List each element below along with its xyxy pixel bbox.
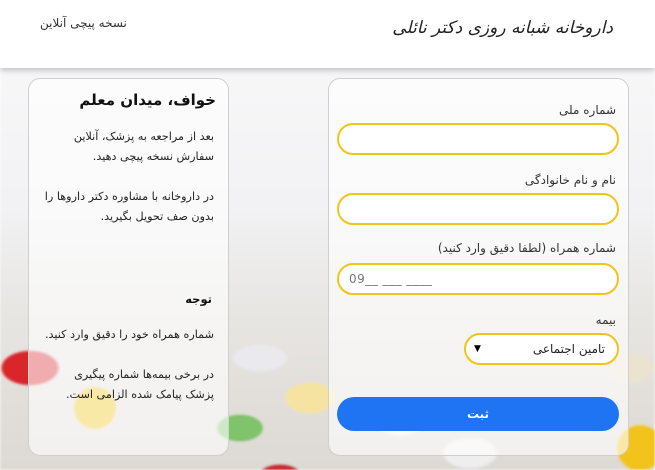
online-prescription-link[interactable]: نسخه پیچی آنلاین — [40, 16, 127, 30]
insurance-select[interactable]: تامین اجتماعی ▼ — [464, 333, 619, 365]
national-id-input[interactable] — [337, 123, 619, 155]
phone-input[interactable] — [337, 263, 619, 295]
phone-label: شماره همراه (لطفا دقیق وارد کنید) — [437, 241, 616, 255]
submit-button[interactable]: ثبت — [337, 397, 619, 431]
insurance-label: بیمه — [595, 313, 616, 327]
fullname-label: نام و نام خانوادگی — [524, 173, 616, 187]
insurance-selected-value: تامین اجتماعی — [532, 342, 605, 356]
notice-paragraph-2: در برخی بیمه‌ها شماره پیگیری پزشک پیامک … — [65, 368, 214, 401]
notice-paragraph-1: شماره همراه خود را دقیق وارد کنید. — [45, 328, 214, 341]
info-paragraph-1: بعد از مراجعه به پزشک، آنلاین سفارش نسخه… — [73, 130, 214, 163]
national-id-label: شماره ملی — [559, 103, 616, 117]
info-card: خواف، میدان معلم بعد از مراجعه به پزشک، … — [28, 78, 229, 456]
notice-title: توجه — [185, 292, 212, 306]
fullname-input[interactable] — [337, 193, 619, 225]
chevron-down-icon: ▼ — [474, 344, 481, 354]
location-title: خواف، میدان معلم — [79, 91, 216, 109]
site-header: داروخانه شبانه روزی دکتر نائلی نسخه پیچی… — [0, 0, 655, 68]
site-logo[interactable]: داروخانه شبانه روزی دکتر نائلی — [392, 18, 613, 38]
prescription-form-card: شماره ملی نام و نام خانوادگی شماره همراه… — [328, 78, 629, 456]
info-paragraph-2: در داروخانه با مشاوره دکتر داروها را بدو… — [44, 190, 214, 223]
